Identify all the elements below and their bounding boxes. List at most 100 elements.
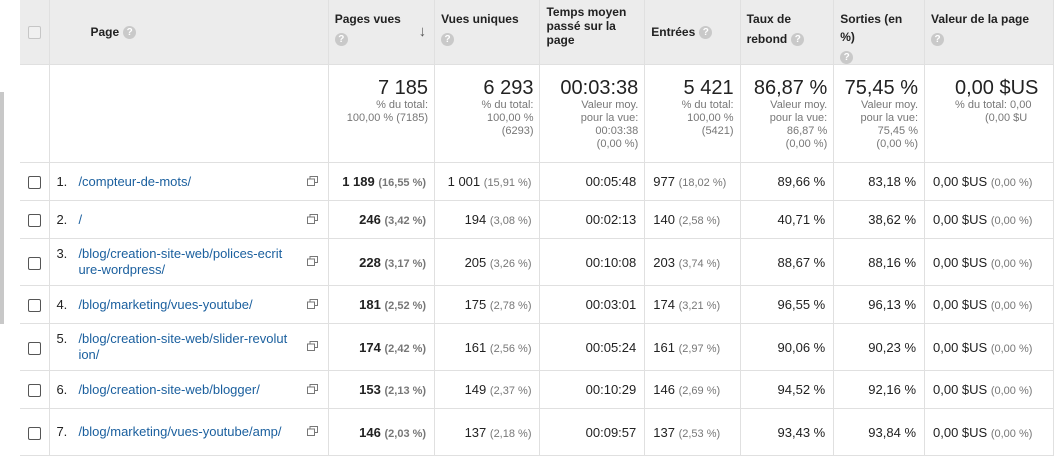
row-index: 1. [56, 173, 68, 189]
vues-uniques-pct: (2,56 %) [489, 342, 532, 355]
entrees-pct: (2,53 %) [678, 427, 721, 440]
open-in-new-window-icon[interactable] [306, 341, 318, 352]
row-checkbox[interactable] [28, 341, 42, 355]
total-entrees: 5 421 % du total: 100,00 % (5421) [644, 64, 741, 164]
page-cell: 4. /blog/marketing/vues-youtube/ [49, 285, 329, 325]
table-row: 4. /blog/marketing/vues-youtube/ 181 (2,5… [20, 285, 1054, 325]
valeur-value: 0,00 $US [933, 339, 988, 355]
total-caption: 100,00 % (7185) [346, 112, 429, 125]
page-link[interactable]: /blog/marketing/vues-youtube/amp/ [78, 424, 288, 440]
open-in-new-window-icon[interactable] [306, 256, 318, 267]
help-icon[interactable]: ? [123, 26, 137, 40]
pages-vues-value: 146 [359, 424, 381, 440]
sorties-value: 88,16 % [868, 254, 916, 270]
pages-vues-pct: (2,13 %) [384, 385, 427, 398]
temps-moyen-value: 00:05:48 [585, 174, 637, 190]
row-checkbox[interactable] [28, 256, 42, 270]
help-icon[interactable]: ? [334, 33, 348, 47]
entrees-cell: 203 (3,74 %) [644, 238, 741, 287]
open-in-new-window-icon[interactable] [306, 175, 318, 186]
valeur-value: 0,00 $US [933, 174, 988, 190]
entrees-pct: (2,58 %) [678, 215, 721, 228]
page-link[interactable]: /blog/creation-site-web/polices-ecriture… [78, 246, 288, 278]
select-all-checkbox[interactable] [28, 26, 42, 40]
vues-uniques-cell: 137 (2,18 %) [434, 408, 541, 457]
pages-vues-pct: (2,52 %) [384, 300, 427, 313]
totals-empty-cell [49, 64, 329, 164]
help-icon[interactable]: ? [931, 33, 944, 47]
help-icon[interactable]: ? [791, 33, 805, 47]
total-value: 6 293 [483, 77, 534, 100]
table-row: 7. /blog/marketing/vues-youtube/amp/ 146 … [20, 408, 1054, 457]
open-in-new-window-icon[interactable] [306, 383, 318, 394]
col-header-sorties[interactable]: Sorties (en %) ? [833, 0, 925, 66]
temps-moyen-value: 00:03:01 [585, 297, 637, 313]
vues-uniques-pct: (3,26 %) [489, 257, 532, 270]
temps-moyen-cell: 00:10:08 [539, 238, 646, 287]
row-checkbox[interactable] [28, 176, 42, 190]
row-checkbox[interactable] [28, 299, 42, 313]
table-row: 6. /blog/creation-site-web/blogger/ 153 (… [20, 370, 1054, 410]
page-link[interactable]: /blog/creation-site-web/slider-revolutio… [78, 331, 288, 363]
row-index: 2. [56, 211, 68, 227]
temps-moyen-value: 00:02:13 [585, 212, 637, 228]
valeur-pct: (0,00 %) [990, 385, 1033, 398]
entrees-value: 203 [653, 254, 675, 270]
valeur-cell: 0,00 $US (0,00 %) [924, 323, 1054, 372]
row-index: 7. [56, 424, 68, 440]
sort-descending-icon[interactable]: ↓ [419, 23, 427, 40]
sorties-value: 93,84 % [868, 424, 916, 440]
sorties-cell: 83,18 % [833, 162, 925, 202]
page-link[interactable]: /blog/creation-site-web/blogger/ [78, 382, 288, 398]
vues-uniques-cell: 149 (2,37 %) [434, 370, 541, 410]
entrees-pct: (3,74 %) [678, 257, 721, 270]
sorties-cell: 96,13 % [833, 285, 925, 325]
page-cell: 1. /compteur-de-mots/ [49, 162, 329, 202]
analytics-table: Page? Pages vues ? ↓ Vues uniques ? Temp… [20, 0, 1054, 457]
row-checkbox[interactable] [28, 426, 42, 440]
vues-uniques-value: 175 [464, 297, 487, 313]
help-icon[interactable]: ? [840, 51, 854, 64]
valeur-pct: (0,00 %) [990, 427, 1033, 440]
row-checkbox[interactable] [28, 214, 42, 228]
sorties-cell: 88,16 % [833, 238, 925, 287]
left-gutter [0, 0, 20, 461]
open-in-new-window-icon[interactable] [306, 213, 318, 224]
taux-rebond-value: 96,55 % [777, 297, 826, 313]
col-header-taux-rebond[interactable]: Taux de rebond? [740, 0, 835, 66]
page-link[interactable]: / [78, 212, 288, 228]
col-header-temps-moyen[interactable]: Temps moyen passé sur la page [539, 0, 646, 66]
col-header-valeur[interactable]: Valeur de la page ? [924, 0, 1054, 66]
sorties-cell: 90,23 % [833, 323, 925, 372]
sorties-value: 92,16 % [868, 382, 916, 398]
row-checkbox[interactable] [28, 384, 42, 398]
col-header-entrees[interactable]: Entrées? [644, 0, 741, 66]
vues-uniques-value: 161 [464, 339, 487, 355]
entrees-value: 137 [653, 424, 675, 440]
help-icon[interactable]: ? [699, 26, 713, 40]
row-checkbox-cell [20, 370, 51, 410]
scroll-indicator [0, 92, 4, 324]
table-row: 2. / 246 (3,42 %) 194 (3,08 %) 00:02:13 1… [20, 200, 1054, 240]
col-header-vues-uniques[interactable]: Vues uniques ? [434, 0, 541, 66]
taux-rebond-cell: 90,06 % [740, 323, 835, 372]
total-value: 86,87 % [753, 77, 828, 100]
total-value: 00:03:38 [560, 77, 639, 100]
valeur-value: 0,00 $US [933, 382, 988, 398]
open-in-new-window-icon[interactable] [306, 298, 318, 309]
open-in-new-window-icon[interactable] [306, 426, 318, 437]
col-header-page-label: Page [90, 25, 120, 40]
vues-uniques-pct: (2,78 %) [489, 300, 532, 313]
page-link[interactable]: /blog/marketing/vues-youtube/ [78, 297, 288, 313]
valeur-pct: (0,00 %) [990, 257, 1033, 270]
total-caption: 86,87 % [786, 125, 828, 138]
col-header-pages-vues[interactable]: Pages vues ? ↓ [328, 0, 436, 66]
temps-moyen-value: 00:10:29 [585, 382, 637, 398]
col-header-page[interactable]: Page? [49, 0, 329, 66]
sorties-value: 96,13 % [868, 297, 916, 313]
vues-uniques-value: 149 [464, 382, 487, 398]
entrees-pct: (2,69 %) [678, 385, 721, 398]
help-icon[interactable]: ? [441, 33, 455, 47]
page-link[interactable]: /compteur-de-mots/ [78, 174, 288, 190]
total-caption: (0,00 %) [876, 138, 918, 151]
